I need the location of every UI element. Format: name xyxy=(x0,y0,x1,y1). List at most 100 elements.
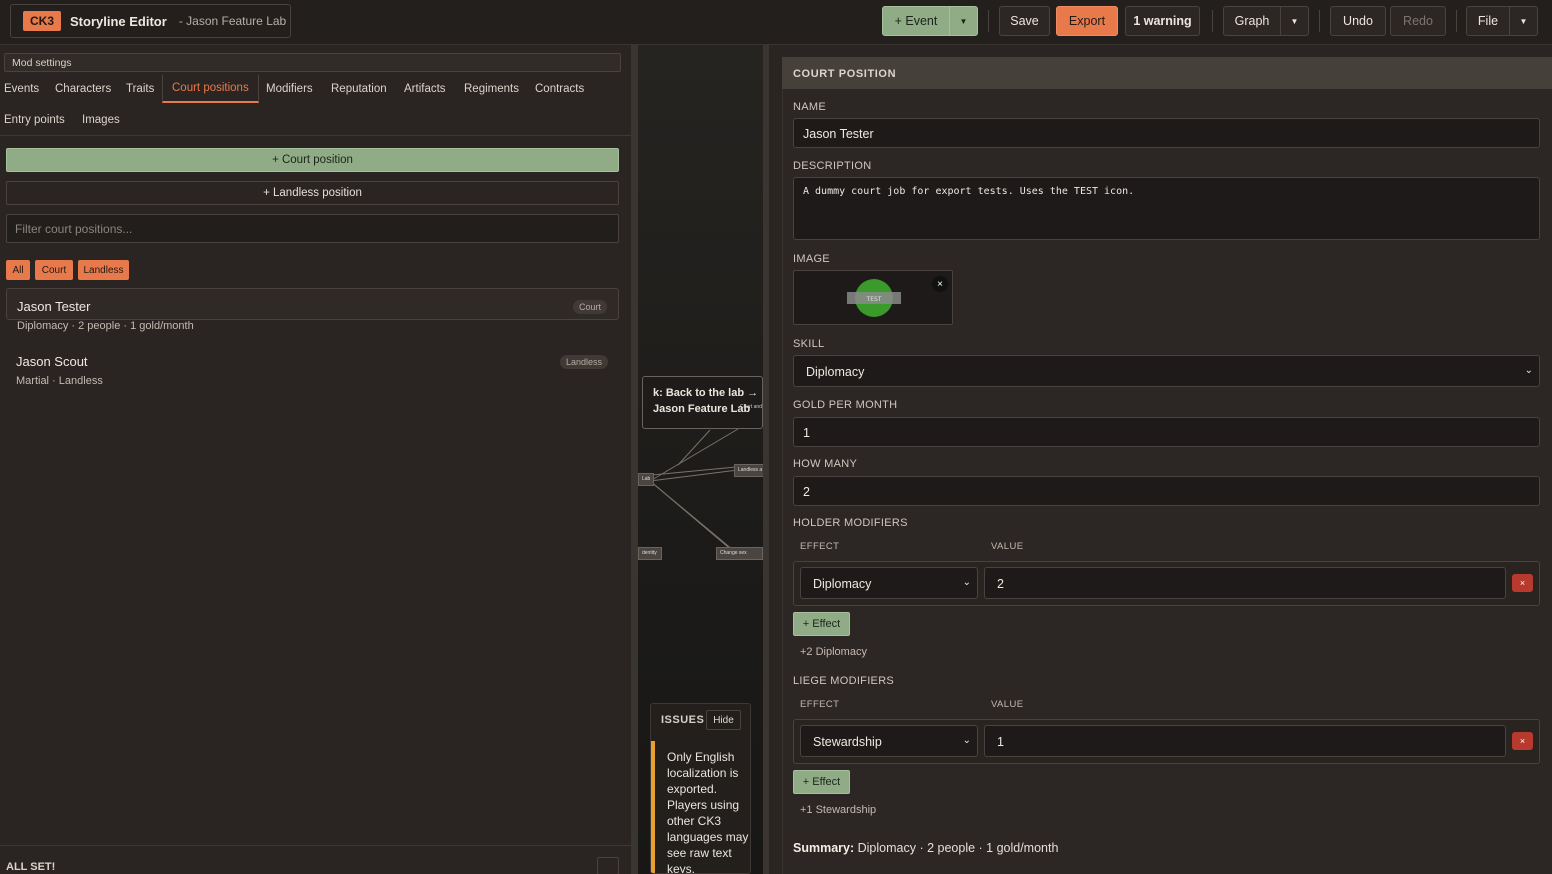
issues-title: ISSUES xyxy=(661,714,705,726)
description-label: DESCRIPTION xyxy=(793,160,872,172)
add-event-button[interactable]: + Event xyxy=(882,6,950,36)
undo-button[interactable]: Undo xyxy=(1330,6,1386,36)
file-dropdown-button[interactable]: ▼ xyxy=(1509,6,1538,36)
chevron-down-icon: ⌄ xyxy=(1524,365,1533,376)
image-caption: TEST xyxy=(866,296,882,303)
add-holder-effect-button[interactable]: + Effect xyxy=(793,612,850,636)
graph-node-small[interactable]: Change sex xyxy=(716,547,763,560)
value-column-header: VALUE xyxy=(991,541,1024,552)
filter-input[interactable]: Filter court positions... xyxy=(6,214,619,243)
liege-effect-select[interactable]: Stewardship ⌄ xyxy=(800,725,978,757)
tab-regiments[interactable]: Regiments xyxy=(464,75,519,103)
summary-line: Summary: Diplomacy · 2 people · 1 gold/m… xyxy=(793,841,1058,855)
graph-dropdown-button[interactable]: ▼ xyxy=(1280,6,1309,36)
summary-value: Diplomacy · 2 people · 1 gold/month xyxy=(857,841,1059,855)
item-name: Jason Scout xyxy=(16,354,88,369)
graph-node-tag: Court and xyxy=(740,404,762,410)
value-column-header: VALUE xyxy=(991,699,1024,710)
save-button[interactable]: Save xyxy=(999,6,1050,36)
top-toolbar: CK3 Storyline Editor - Jason Feature Lab… xyxy=(0,0,1552,45)
tab-characters[interactable]: Characters xyxy=(55,75,111,103)
hide-issues-button[interactable]: Hide xyxy=(706,710,741,730)
description-textarea[interactable]: A dummy court job for export tests. Uses… xyxy=(793,177,1540,240)
effect-column-header: EFFECT xyxy=(800,699,840,710)
remove-modifier-button[interactable]: × xyxy=(1512,732,1533,750)
mod-settings-bar[interactable]: Mod settings xyxy=(4,53,621,72)
name-field[interactable]: Jason Tester xyxy=(793,118,1540,148)
gold-per-month-field[interactable]: 1 xyxy=(793,417,1540,447)
item-meta: Diplomacy · 2 people · 1 gold/month xyxy=(17,320,194,332)
name-label: NAME xyxy=(793,101,826,113)
add-landless-position-button[interactable]: + Landless position xyxy=(6,181,619,205)
warning-button[interactable]: 1 warning xyxy=(1125,6,1200,36)
issues-panel: ISSUES Hide Only English localization is… xyxy=(650,703,751,874)
form-header: COURT POSITION xyxy=(782,57,1552,89)
liege-value-field[interactable]: 1 xyxy=(984,725,1506,757)
form-title: COURT POSITION xyxy=(793,68,897,80)
toolbar-separator xyxy=(1456,10,1457,32)
graph-button[interactable]: Graph xyxy=(1223,6,1281,36)
item-name: Jason Tester xyxy=(17,299,91,314)
holder-value-field[interactable]: 2 xyxy=(984,567,1506,599)
filter-chip-all[interactable]: All xyxy=(6,260,30,280)
tab-contracts[interactable]: Contracts xyxy=(535,75,584,103)
close-icon: × xyxy=(1519,736,1526,746)
tab-row-2: Entry points Images xyxy=(0,106,631,134)
app-title: Storyline Editor xyxy=(70,13,167,29)
tab-events[interactable]: Events xyxy=(4,75,39,103)
ck3-badge: CK3 xyxy=(23,11,62,31)
tab-court-positions[interactable]: Court positions xyxy=(162,75,259,103)
list-item[interactable]: Jason Tester Diplomacy · 2 people · 1 go… xyxy=(6,288,619,332)
redo-button[interactable]: Redo xyxy=(1390,6,1446,36)
file-menu-button[interactable]: File xyxy=(1466,6,1510,36)
tab-reputation[interactable]: Reputation xyxy=(331,75,387,103)
how-many-field[interactable]: 2 xyxy=(793,476,1540,506)
graph-node-small[interactable]: Lab xyxy=(638,473,654,486)
export-button[interactable]: Export xyxy=(1056,6,1118,36)
skill-value: Diplomacy xyxy=(806,365,865,379)
add-event-dropdown-button[interactable]: ▼ xyxy=(949,6,978,36)
tab-row-1: Events Characters Traits Court positions… xyxy=(0,75,631,104)
filter-chip-court[interactable]: Court xyxy=(35,260,73,280)
caret-down-icon: ▼ xyxy=(1519,16,1528,26)
toolbar-separator xyxy=(1212,10,1213,32)
effect-value: Stewardship xyxy=(813,735,882,749)
type-badge: Court xyxy=(572,300,607,314)
filter-chip-landless[interactable]: Landless xyxy=(78,260,129,280)
skill-label: SKILL xyxy=(793,338,825,350)
add-court-position-button[interactable]: + Court position xyxy=(6,148,619,172)
holder-effect-select[interactable]: Diplomacy ⌄ xyxy=(800,567,978,599)
gold-label: GOLD PER MONTH xyxy=(793,399,898,411)
expand-toggle-button[interactable]: ▶ xyxy=(597,857,619,874)
tab-traits[interactable]: Traits xyxy=(126,75,154,103)
remove-image-button[interactable]: × xyxy=(932,276,948,292)
status-footer: ALL SET! ▶ xyxy=(0,845,631,874)
effect-value: Diplomacy xyxy=(813,577,872,591)
liege-modifiers-label: LIEGE MODIFIERS xyxy=(793,675,895,687)
chevron-down-icon: ⌄ xyxy=(962,735,971,746)
tab-entry-points[interactable]: Entry points xyxy=(4,106,65,134)
skill-select[interactable]: Diplomacy ⌄ xyxy=(793,355,1540,387)
left-pane: Mod settings Events Characters Traits Co… xyxy=(0,45,631,874)
status-text: ALL SET! xyxy=(6,861,56,873)
tab-artifacts[interactable]: Artifacts xyxy=(404,75,446,103)
list-item[interactable]: Jason Scout Martial · Landless Landless xyxy=(6,344,619,398)
tab-modifiers[interactable]: Modifiers xyxy=(266,75,313,103)
add-liege-effect-button[interactable]: + Effect xyxy=(793,770,850,794)
modifier-value: 1 xyxy=(997,735,1004,749)
graph-node[interactable]: k: Back to the lab → Jason Feature Lab C… xyxy=(642,376,763,429)
project-name: - Jason Feature Lab xyxy=(178,14,287,28)
close-icon: × xyxy=(937,278,943,290)
holder-modifiers-label: HOLDER MODIFIERS xyxy=(793,517,908,529)
item-meta: Martial · Landless xyxy=(16,375,103,387)
image-preview[interactable]: TEST × xyxy=(793,270,953,325)
remove-modifier-button[interactable]: × xyxy=(1512,574,1533,592)
how-many-label: HOW MANY xyxy=(793,458,858,470)
image-label: IMAGE xyxy=(793,253,830,265)
divider xyxy=(0,135,631,136)
pane-resize-handle[interactable] xyxy=(631,45,638,874)
tab-images[interactable]: Images xyxy=(82,106,120,134)
graph-node-small[interactable]: Landless a xyxy=(734,464,763,477)
type-badge: Landless xyxy=(559,355,608,369)
graph-node-small[interactable]: dentity xyxy=(638,547,662,560)
